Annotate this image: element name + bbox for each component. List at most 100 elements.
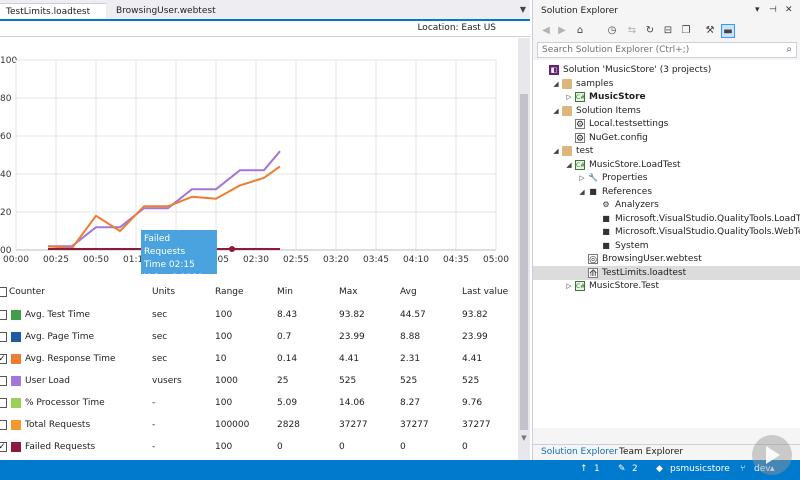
expand-arrow-icon[interactable]: ▷ [578,171,586,185]
y-tick-label: 80 [0,94,12,104]
window-position-dropdown-icon[interactable]: ▾ [755,5,760,15]
solution-explorer-search[interactable]: ⌕ [537,42,797,58]
counter-last-value: 9.76 [462,398,483,408]
pin-icon[interactable]: ⊣ [769,5,777,15]
counter-row[interactable]: Avg. Test Time sec 100 8.43 93.82 44.57 … [0,305,518,327]
tree-item[interactable]: ⚙ NuGet.config [533,131,800,145]
unpushed-commits-count[interactable]: 1 [594,464,600,474]
counter-checkbox[interactable] [0,310,7,320]
play-icon[interactable] [752,435,792,475]
counter-range[interactable]: 100000 [215,420,249,430]
repository-icon[interactable]: ◆ [656,464,663,474]
counter-row[interactable]: User Load vusers 1000 25 525 525 525 [0,371,518,393]
tree-item[interactable]: ⚙ Analyzers [533,198,800,212]
counter-max: 0 [339,442,345,452]
graph-svg[interactable]: 002040608010000:0000:2500:5001:1501:4002… [0,38,518,270]
header-max[interactable]: Max [339,287,358,297]
tab-testlimits-loadtest[interactable]: TestLimits.loadtest [0,3,106,19]
search-input[interactable] [538,43,778,57]
tab-team-explorer[interactable]: Team Explorer [619,447,683,457]
counter-row[interactable]: % Processor Time - 100 5.09 14.06 8.27 9… [0,393,518,415]
tree-item[interactable]: ◢ samples [533,77,800,91]
references-icon: ■ [589,186,597,196]
back-icon[interactable]: ◀ [539,24,553,38]
tree-item[interactable]: ▷ 🔧 Properties [533,171,800,185]
counter-checkbox[interactable] [0,398,7,408]
tree-item[interactable]: ◢ ■ References [533,185,800,199]
counter-row[interactable]: Total Requests - 100000 2828 37277 37277… [0,415,518,437]
tree-item-label: References [602,186,653,197]
header-range[interactable]: Range [215,287,244,297]
counter-row[interactable]: ✓ Avg. Response Time sec 10 0.14 4.41 2.… [0,349,518,371]
history-icon[interactable]: ◷ [605,24,619,38]
tree-item[interactable]: ◢ C# MusicStore.LoadTest [533,158,800,172]
counter-range[interactable]: 100 [215,442,232,452]
vertical-scrollbar[interactable]: ▼ [518,38,530,460]
scrollbar-thumb[interactable] [520,94,528,430]
graph-tooltip: Failed Requests Time 02:15 Value 0.0000 [141,230,217,283]
header-last-value[interactable]: Last value [462,287,508,297]
solution-tree[interactable]: ◧ Solution 'MusicStore' (3 projects) ◢ samp… [533,60,800,428]
counter-row[interactable]: Avg. Page Time sec 100 0.7 23.99 8.88 23… [0,327,518,349]
close-icon[interactable]: ✕ [785,5,793,15]
preview-icon[interactable]: ▬ [721,24,735,38]
tree-item[interactable]: ■ Microsoft.VisualStudio.QualityTools.Loa… [533,212,800,226]
tree-item[interactable]: ■ Microsoft.VisualStudio.QualityTools.Web… [533,225,800,239]
collapse-arrow-icon[interactable]: ◢ [552,104,560,118]
sync-icon[interactable]: ⇆ [625,24,639,38]
counters-table: Counter Units Range Min Max Avg Last val… [0,282,518,460]
tab-solution-explorer[interactable]: Solution Explorer [541,447,618,457]
tree-item[interactable]: ◢ test [533,144,800,158]
counter-checkbox[interactable]: ✓ [0,354,7,364]
pending-changes-count[interactable]: 2 [632,464,638,474]
tree-item[interactable]: ◎ BrowsingUser.webtest [533,252,800,266]
counter-range[interactable]: 100 [215,310,232,320]
collapse-all-icon[interactable]: ⊟ [661,24,675,38]
forward-icon[interactable]: ▶ [555,24,569,38]
counter-checkbox[interactable] [0,332,7,342]
collapse-arrow-icon[interactable]: ◢ [552,144,560,158]
tree-item[interactable]: ◢ Solution Items [533,104,800,118]
tree-item[interactable]: ◧ Solution 'MusicStore' (3 projects) [533,63,800,77]
header-min[interactable]: Min [277,287,293,297]
pencil-icon[interactable]: ✎ [618,464,626,474]
expand-arrow-icon[interactable]: ▷ [565,279,573,293]
tree-item[interactable]: ⚙ Local.testsettings [533,117,800,131]
tree-item[interactable]: ■ System [533,239,800,253]
branch-icon[interactable]: ⑂ [740,464,745,474]
tree-item[interactable]: ▷ C# MusicStore.Test [533,279,800,293]
header-units[interactable]: Units [152,287,175,297]
counter-row[interactable]: ✓ Failed Requests - 100 0 0 0 0 [0,437,518,459]
counter-range[interactable]: 100 [215,398,232,408]
collapse-arrow-icon[interactable]: ◢ [578,185,586,199]
tab-browsinguser-webtest[interactable]: BrowsingUser.webtest [110,3,220,19]
counter-name: Avg. Test Time [25,310,90,320]
header-counter[interactable]: Counter [9,287,45,297]
properties-icon[interactable]: ⚒ [703,24,717,38]
select-all-checkbox[interactable] [0,287,7,297]
show-all-files-icon[interactable]: ❐ [679,24,693,38]
counter-range[interactable]: 10 [215,354,226,364]
tree-item[interactable]: ⟰ TestLimits.loadtest [533,265,800,280]
counter-checkbox[interactable] [0,376,7,386]
counter-range[interactable]: 1000 [215,376,238,386]
repository-name[interactable]: psmusicstore [670,464,730,474]
chevron-down-icon[interactable]: ▼ [518,5,528,15]
counter-max: 37277 [339,420,368,430]
counter-range[interactable]: 100 [215,332,232,342]
refresh-icon[interactable]: ↻ [643,24,657,38]
collapse-arrow-icon[interactable]: ◢ [552,77,560,91]
arrow-up-icon[interactable]: ↑ [580,464,588,474]
counter-checkbox[interactable]: ✓ [0,442,7,452]
counter-max: 525 [339,376,357,386]
tree-item[interactable]: ▷ C# MusicStore [533,90,800,104]
search-icon[interactable]: ⌕ [786,44,792,55]
scroll-down-arrow-icon[interactable]: ▼ [520,434,528,442]
load-test-graph[interactable]: 002040608010000:0000:2500:5001:1501:4002… [0,38,518,283]
expand-arrow-icon[interactable]: ▷ [565,90,573,104]
reference-icon: ■ [602,213,610,223]
counter-checkbox[interactable] [0,420,7,430]
collapse-arrow-icon[interactable]: ◢ [565,158,573,172]
home-icon[interactable]: ⌂ [573,24,587,38]
header-avg[interactable]: Avg [400,287,417,297]
